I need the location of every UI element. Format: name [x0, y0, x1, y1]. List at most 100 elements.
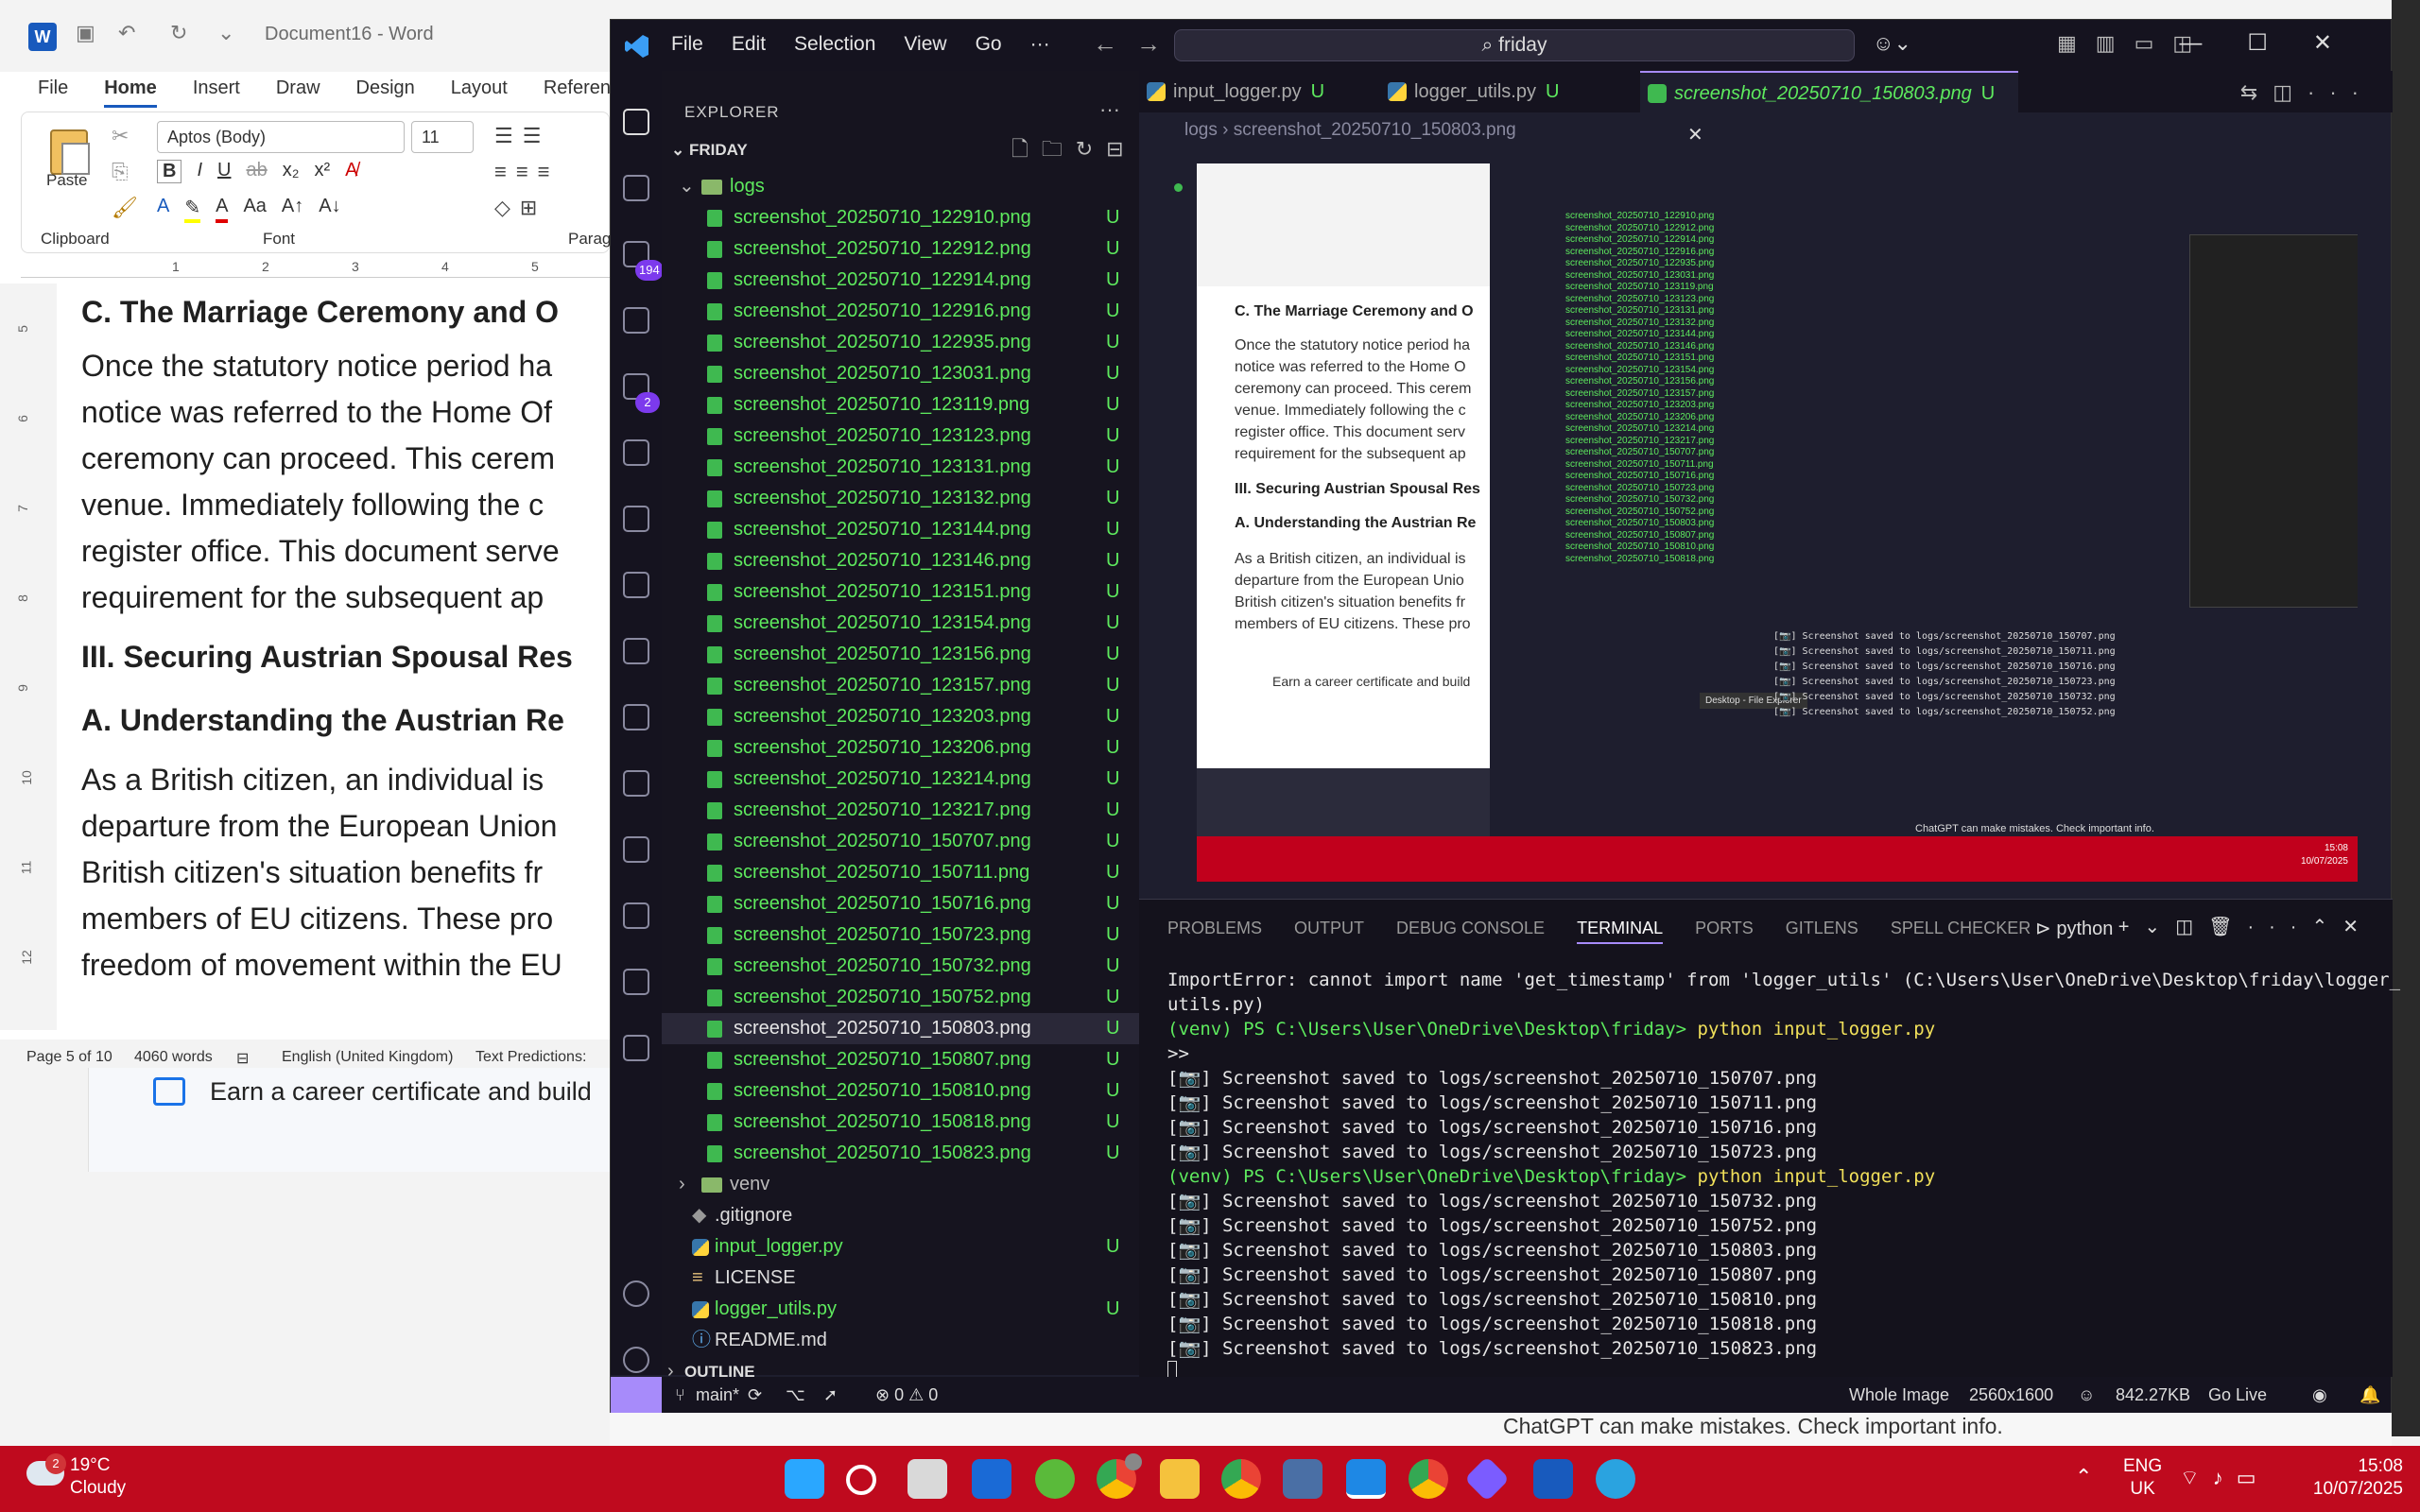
duolingo-icon[interactable] — [1035, 1459, 1075, 1499]
github-icon[interactable] — [623, 572, 649, 598]
git-graph-icon[interactable]: ⌥ — [786, 1385, 805, 1405]
tab-file[interactable]: File — [38, 77, 68, 108]
file-row[interactable]: screenshot_20250710_122910.png U — [662, 202, 1139, 233]
file-row[interactable]: screenshot_20250710_150732.png U — [662, 951, 1139, 982]
file-row[interactable]: screenshot_20250710_150823.png U — [662, 1138, 1139, 1169]
maximize-icon[interactable]: ☐ — [2247, 30, 2313, 56]
file-row[interactable]: screenshot_20250710_150752.png U — [662, 982, 1139, 1013]
back-arrow-icon[interactable]: ← — [1093, 29, 1136, 58]
file-row[interactable]: screenshot_20250710_123154.png U — [662, 608, 1139, 639]
panel-tab-ports[interactable]: PORTS — [1695, 919, 1754, 944]
underline-button[interactable]: U — [217, 160, 231, 183]
readme-file[interactable]: ⓘ README.md — [662, 1325, 1139, 1356]
undo-icon[interactable]: ↶ — [118, 21, 135, 45]
accounts-icon[interactable] — [623, 1280, 649, 1307]
editor-actions[interactable]: ⇆◫··· — [2240, 80, 2374, 105]
panel-tab-debug-console[interactable]: DEBUG CONSOLE — [1396, 919, 1545, 944]
testing-icon[interactable] — [623, 506, 649, 532]
file-row[interactable]: screenshot_20250710_150711.png U — [662, 857, 1139, 888]
tray-icons[interactable]: ⌔♪▭ — [2180, 1465, 2269, 1491]
remote-explorer-icon[interactable] — [623, 439, 649, 466]
new-terminal-icon[interactable]: +⌄ — [2118, 917, 2175, 937]
command-center-search[interactable]: ⌕ friday — [1174, 29, 1855, 61]
file-row[interactable]: screenshot_20250710_123131.png U — [662, 452, 1139, 483]
kubernetes-icon[interactable] — [623, 704, 649, 730]
rocket-icon[interactable]: ➚ — [823, 1385, 838, 1405]
file-explorer-icon[interactable] — [1160, 1459, 1200, 1499]
kill-terminal-icon[interactable]: 🗑 — [2208, 917, 2247, 937]
save-icon[interactable]: ▣ — [76, 21, 95, 45]
venv-folder[interactable]: › venv — [662, 1169, 1183, 1200]
system-tray[interactable]: ⌃ — [2075, 1465, 2105, 1489]
italic-button[interactable]: I — [197, 160, 202, 183]
menu-view[interactable]: View — [904, 33, 946, 56]
split-terminal-icon[interactable]: ◫ — [2175, 917, 2208, 937]
telegram-icon[interactable] — [1596, 1459, 1635, 1499]
battery-icon[interactable]: ▭ — [2237, 1466, 2270, 1489]
file-row[interactable]: screenshot_20250710_123156.png U — [662, 639, 1139, 670]
file-row[interactable]: screenshot_20250710_150707.png U — [662, 826, 1139, 857]
azure-icon[interactable] — [623, 902, 649, 929]
language-indicator[interactable]: ENG UK — [2123, 1455, 2162, 1501]
copilot-status-icon[interactable]: ☺ — [2078, 1385, 2095, 1405]
file-row[interactable]: screenshot_20250710_123151.png U — [662, 576, 1139, 608]
redo-icon[interactable]: ↻ — [170, 21, 187, 45]
close-icon[interactable]: ✕ — [2313, 30, 2377, 56]
menu-file[interactable]: File — [671, 33, 703, 56]
font-size-select[interactable]: 11 — [411, 121, 474, 153]
bold-button[interactable]: B — [157, 160, 182, 183]
file-row[interactable]: screenshot_20250710_122912.png U — [662, 233, 1139, 265]
terminal-output[interactable]: ImportError: cannot import name 'get_tim… — [1167, 968, 2400, 1388]
tab-screenshot-150803[interactable]: screenshot_20250710_150803.png U ✕ — [1640, 71, 2018, 146]
file-row[interactable]: screenshot_20250710_123119.png U — [662, 389, 1139, 421]
shading-icons[interactable]: ◇⊞ — [494, 196, 546, 220]
refresh-icon[interactable]: ↻ — [1076, 137, 1106, 161]
more-icon[interactable]: ··· — [2247, 917, 2311, 937]
image-zoom[interactable]: Whole Image — [1849, 1385, 1949, 1405]
file-row[interactable]: screenshot_20250710_150723.png U — [662, 919, 1139, 951]
file-row[interactable]: screenshot_20250710_122914.png U — [662, 265, 1139, 296]
file-row[interactable]: screenshot_20250710_123144.png U — [662, 514, 1139, 545]
file-row[interactable]: screenshot_20250710_150803.png U — [662, 1013, 1139, 1044]
clear-formatting-icon[interactable]: A̸ — [345, 160, 357, 183]
branch-name[interactable]: main* — [696, 1385, 739, 1405]
file-row[interactable]: screenshot_20250710_123146.png U — [662, 545, 1139, 576]
file-row[interactable]: screenshot_20250710_123157.png U — [662, 670, 1139, 701]
wifi-icon[interactable]: ⌔ — [2180, 1466, 2213, 1489]
panel-tab-terminal[interactable]: TERMINAL — [1577, 919, 1664, 944]
word-taskbar-icon[interactable] — [1533, 1459, 1573, 1499]
highlight-icon[interactable]: ✎ — [184, 196, 201, 223]
breadcrumb[interactable]: logs › screenshot_20250710_150803.png — [1184, 120, 1516, 141]
settings-gear-icon[interactable] — [623, 1347, 649, 1373]
license-file[interactable]: ≡ LICENSE — [662, 1263, 1139, 1294]
gitlens-inspect-icon[interactable] — [623, 836, 649, 863]
tab-logger-utils[interactable]: logger_utils.py U — [1380, 71, 1631, 112]
list-icons[interactable]: ☰☰ — [494, 124, 550, 148]
format-painter-icon[interactable]: 🖌 — [112, 196, 138, 220]
notifications-icon[interactable]: 🔔 — [2360, 1385, 2380, 1405]
new-file-icon[interactable]: 🗋 — [1011, 137, 1042, 161]
font-name-select[interactable]: Aptos (Body) — [157, 121, 405, 153]
strikethrough-button[interactable]: ab — [246, 160, 267, 183]
containers-icon[interactable] — [623, 638, 649, 664]
file-row[interactable]: screenshot_20250710_122916.png U — [662, 296, 1139, 327]
collapse-icon[interactable]: ⊟ — [1106, 137, 1136, 161]
menu-go[interactable]: Go — [976, 33, 1002, 56]
input-logger-file[interactable]: input_logger.py U — [662, 1231, 1139, 1263]
new-folder-icon[interactable]: 🗀 — [1042, 137, 1076, 161]
tab-layout[interactable]: Layout — [451, 77, 508, 108]
card-text[interactable]: Earn a career certificate and build — [210, 1077, 592, 1107]
file-row[interactable]: screenshot_20250710_123123.png U — [662, 421, 1139, 452]
chrome-app-icon[interactable] — [1409, 1459, 1448, 1499]
superscript-button[interactable]: x² — [314, 160, 330, 183]
file-row[interactable]: screenshot_20250710_123203.png U — [662, 701, 1139, 732]
search-taskbar-icon[interactable] — [846, 1465, 876, 1495]
menu-more[interactable]: ··· — [1030, 33, 1050, 56]
run-debug-icon[interactable] — [623, 307, 649, 334]
tab-design[interactable]: Design — [356, 77, 415, 108]
gitignore-file[interactable]: ◆ .gitignore — [662, 1200, 1139, 1231]
logs-folder[interactable]: ⌄ logs — [662, 171, 1183, 202]
accounts-status-icon[interactable]: ◉ — [2312, 1385, 2327, 1405]
file-row[interactable]: screenshot_20250710_150807.png U — [662, 1044, 1139, 1075]
shrink-font-icon[interactable]: A↓ — [319, 196, 340, 223]
